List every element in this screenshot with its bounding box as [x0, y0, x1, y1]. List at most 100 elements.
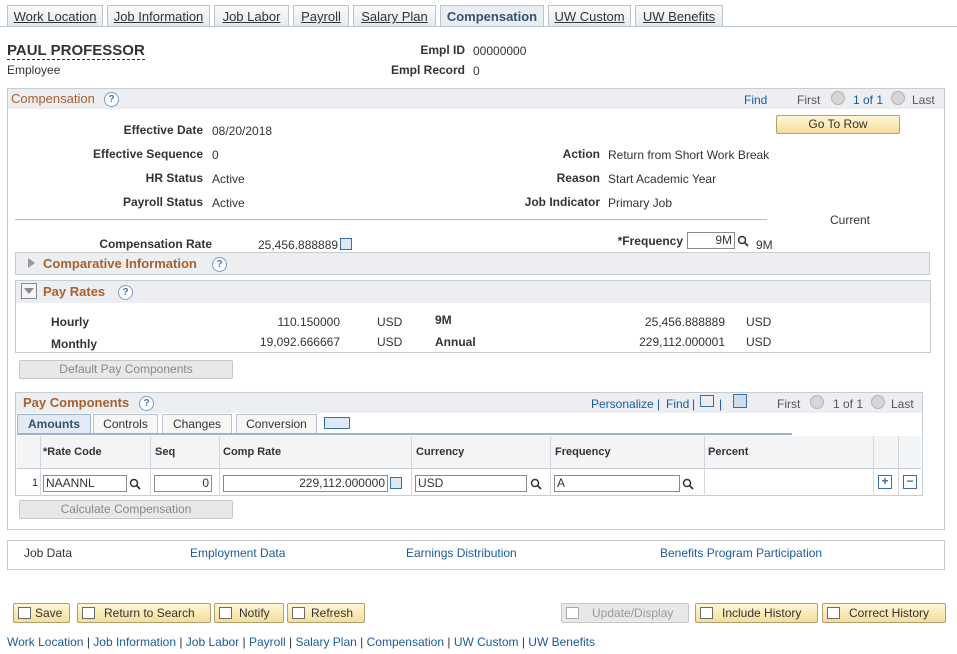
effective-sequence-value: 0 [212, 148, 219, 162]
subtab-conversion[interactable]: Conversion [236, 414, 317, 433]
hr-status-label: HR Status [145, 171, 203, 185]
update-display-button[interactable]: Update/Display [561, 603, 689, 623]
hourly-label: Hourly [51, 315, 90, 329]
compensation-rate-label: Compensation Rate [99, 237, 212, 251]
calculator-icon[interactable] [340, 238, 352, 250]
bottom-link-job-information[interactable]: Job Information [93, 635, 176, 649]
find-link[interactable]: Find [666, 397, 689, 411]
comp-rate-input[interactable]: 229,112.000000 [223, 475, 388, 492]
help-icon[interactable]: ? [104, 92, 119, 107]
help-icon[interactable]: ? [139, 396, 154, 411]
tab-payroll[interactable]: Payroll [293, 5, 349, 26]
nine-month-label: 9M [435, 313, 452, 327]
effective-sequence-label: Effective Sequence [92, 147, 203, 161]
earnings-distribution-link[interactable]: Earnings Distribution [406, 546, 517, 560]
action-label: Action [562, 147, 600, 161]
delete-row-icon[interactable]: − [903, 475, 917, 489]
next-icon[interactable] [891, 91, 905, 105]
update-icon [566, 607, 579, 619]
default-pay-components-button[interactable]: Default Pay Components [19, 360, 233, 379]
search-icon[interactable] [129, 478, 141, 490]
add-row-icon[interactable]: + [878, 475, 892, 489]
frequency-input[interactable]: A [554, 475, 680, 492]
empl-id-value: 00000000 [473, 44, 527, 58]
collapse-button[interactable] [21, 283, 37, 299]
subtab-amounts[interactable]: Amounts [17, 414, 91, 433]
new-window-icon[interactable] [700, 395, 714, 407]
benefits-program-participation-link[interactable]: Benefits Program Participation [660, 546, 822, 560]
frequency-label: *Frequency [617, 234, 683, 248]
tab-label: Job Information [113, 9, 204, 24]
hourly-currency: USD [377, 315, 403, 329]
job-indicator-label: Job Indicator [524, 195, 600, 209]
save-button-label: Save [35, 606, 63, 620]
help-icon[interactable]: ? [118, 285, 133, 300]
tab-label: Job Labor [222, 9, 281, 24]
bottom-link-salary-plan[interactable]: Salary Plan [295, 635, 356, 649]
employee-type: Employee [7, 63, 61, 77]
monthly-value: 19,092.666667 [259, 335, 340, 349]
save-button[interactable]: Save [13, 603, 70, 623]
tab-uw-benefits[interactable]: UW Benefits [635, 5, 723, 26]
refresh-button[interactable]: Refresh [287, 603, 365, 623]
update-display-label: Update/Display [592, 606, 674, 620]
calculator-icon[interactable] [390, 477, 402, 489]
calculate-compensation-button[interactable]: Calculate Compensation [19, 500, 233, 519]
bottom-link-payroll[interactable]: Payroll [249, 635, 286, 649]
tab-salary-plan[interactable]: Salary Plan [353, 5, 436, 26]
previous-icon[interactable] [810, 395, 824, 409]
go-to-row-button[interactable]: Go To Row [776, 115, 900, 134]
return-icon [82, 607, 95, 619]
tab-job-information[interactable]: Job Information [107, 5, 210, 26]
empl-id-label: Empl ID [420, 43, 465, 57]
pay-rates-header-bar [16, 281, 930, 303]
refresh-label: Refresh [311, 606, 354, 620]
tab-label: UW Benefits [642, 9, 716, 24]
previous-icon[interactable] [831, 91, 845, 105]
tab-work-location[interactable]: Work Location [7, 5, 103, 26]
expand-arrow-icon[interactable] [26, 257, 36, 269]
tab-label: Work Location [13, 9, 97, 24]
help-icon[interactable]: ? [212, 257, 227, 272]
subtab-divider [17, 433, 792, 435]
find-link[interactable]: Find [744, 93, 767, 107]
frequency-input[interactable]: 9M [687, 232, 735, 249]
column-header-seq: Seq [155, 446, 176, 458]
monthly-label: Monthly [51, 337, 97, 351]
tab-label: Salary Plan [361, 9, 428, 24]
include-history-button[interactable]: Include History [695, 603, 818, 623]
notify-icon [219, 607, 232, 619]
tab-compensation[interactable]: Compensation [440, 5, 544, 26]
show-all-columns-icon[interactable] [324, 417, 350, 429]
hr-status-value: Active [212, 172, 245, 186]
subtab-changes[interactable]: Changes [162, 414, 232, 433]
bottom-link-uw-custom[interactable]: UW Custom [454, 635, 519, 649]
correct-history-button[interactable]: Correct History [822, 603, 946, 623]
currency-input[interactable]: USD [415, 475, 527, 492]
return-to-search-label: Return to Search [104, 606, 195, 620]
download-grid-icon[interactable] [733, 394, 747, 408]
tab-label: UW Custom [554, 9, 625, 24]
subtab-controls[interactable]: Controls [93, 414, 158, 433]
include-history-label: Include History [722, 606, 802, 620]
tab-job-labor[interactable]: Job Labor [214, 5, 289, 26]
employment-data-link[interactable]: Employment Data [190, 546, 285, 560]
personalize-link[interactable]: Personalize [591, 397, 654, 411]
employee-name[interactable]: PAUL PROFESSOR [7, 42, 145, 60]
seq-input[interactable]: 0 [154, 475, 212, 492]
bottom-link-uw-benefits[interactable]: UW Benefits [528, 635, 595, 649]
next-icon[interactable] [871, 395, 885, 409]
notify-button[interactable]: Notify [214, 603, 284, 623]
bottom-link-compensation[interactable]: Compensation [367, 635, 444, 649]
tab-uw-custom[interactable]: UW Custom [548, 5, 631, 26]
reason-value: Start Academic Year [608, 172, 717, 186]
return-to-search-button[interactable]: Return to Search [77, 603, 211, 623]
rate-code-input[interactable]: NAANNL [43, 475, 127, 492]
comparative-info-title[interactable]: Comparative Information [43, 256, 197, 271]
search-icon[interactable] [737, 235, 749, 247]
bottom-link-work-location[interactable]: Work Location [7, 635, 83, 649]
notify-label: Notify [239, 606, 270, 620]
search-icon[interactable] [682, 478, 694, 490]
search-icon[interactable] [530, 478, 542, 490]
bottom-link-job-labor[interactable]: Job Labor [186, 635, 239, 649]
